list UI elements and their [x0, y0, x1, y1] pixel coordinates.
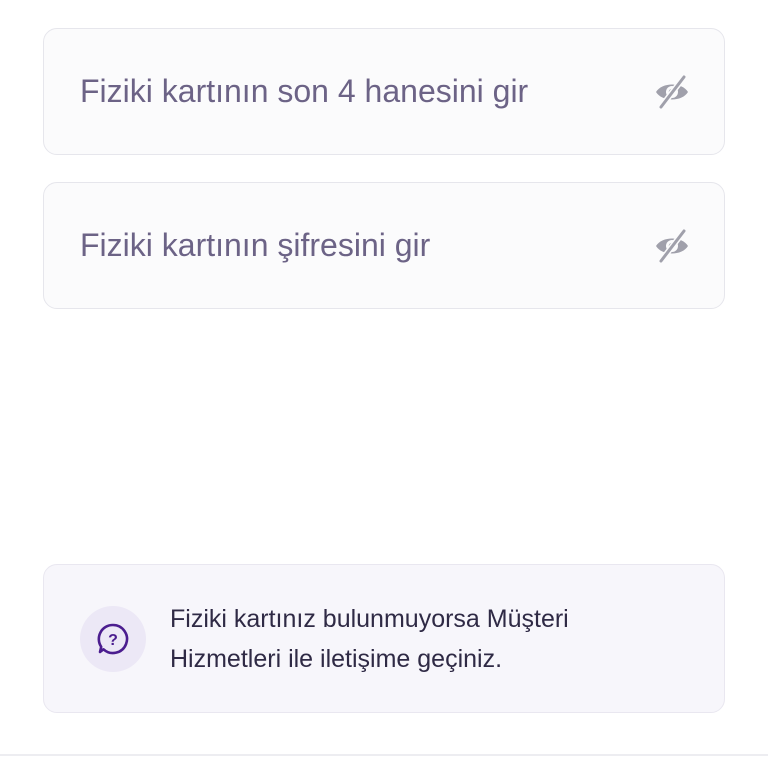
card-last4-input[interactable]	[80, 73, 620, 110]
eye-off-icon[interactable]	[652, 226, 692, 266]
card-last4-field[interactable]	[43, 28, 725, 155]
card-pin-input[interactable]	[80, 227, 620, 264]
svg-text:?: ?	[108, 632, 118, 649]
help-chat-icon: ?	[80, 605, 146, 672]
info-message: Fiziki kartınız bulunmuyorsa Müşteri Hiz…	[170, 604, 569, 673]
bottom-divider	[0, 754, 768, 756]
eye-off-icon[interactable]	[652, 72, 692, 112]
card-pin-field[interactable]	[43, 182, 725, 309]
customer-service-info: ? Fiziki kartınız bulunmuyorsa Müşteri H…	[43, 564, 725, 713]
